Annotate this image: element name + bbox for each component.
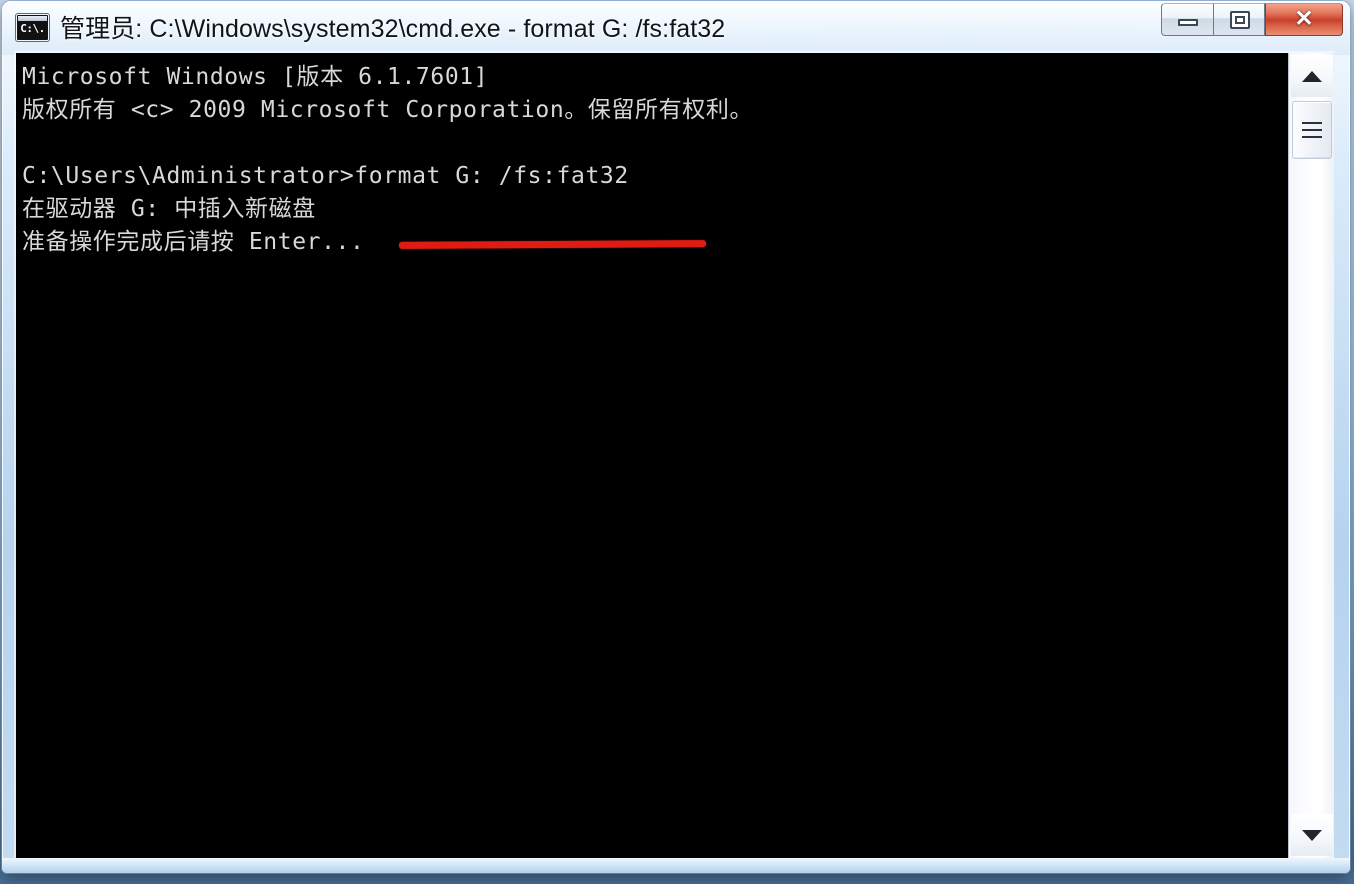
- scrollbar-grip-line: [1302, 129, 1322, 131]
- scrollbar-thumb[interactable]: [1292, 101, 1332, 159]
- close-icon: ✕: [1294, 5, 1314, 31]
- console-line: 在驱动器 G: 中插入新磁盘: [22, 196, 316, 222]
- console-client-area: Microsoft Windows [版本 6.1.7601] 版权所有 <c>…: [16, 53, 1334, 858]
- console-line: 版权所有 <c> 2009 Microsoft Corporation。保留所有…: [22, 97, 754, 123]
- scrollbar-up-button[interactable]: [1291, 55, 1333, 97]
- window-title: 管理员: C:\Windows\system32\cmd.exe - forma…: [60, 15, 726, 43]
- restore-icon: [1230, 11, 1250, 29]
- window-controls: ✕: [1161, 3, 1343, 36]
- cmd-console-icon: C:\.: [16, 13, 49, 41]
- close-button[interactable]: ✕: [1265, 3, 1343, 36]
- window-bottom-edge: [2, 858, 1350, 873]
- screenshot-root: C:\. 管理员: C:\Windows\system32\cmd.exe - …: [0, 0, 1354, 884]
- minimize-icon: [1178, 19, 1198, 26]
- console-line: Microsoft Windows [版本 6.1.7601]: [22, 64, 489, 90]
- cmd-window: C:\. 管理员: C:\Windows\system32\cmd.exe - …: [2, 1, 1350, 873]
- console-scrollbar[interactable]: [1288, 53, 1334, 858]
- scrollbar-grip-line: [1302, 136, 1322, 138]
- icon-prompt-glyph: C:\.: [20, 21, 45, 35]
- maximize-restore-button[interactable]: [1213, 3, 1265, 36]
- console-command-line: C:\Users\Administrator>format G: /fs:fat…: [22, 163, 629, 189]
- console-text-surface[interactable]: Microsoft Windows [版本 6.1.7601] 版权所有 <c>…: [16, 53, 1288, 858]
- scrollbar-down-button[interactable]: [1291, 814, 1333, 856]
- icon-titlebar-stripe: [18, 15, 47, 21]
- scrollbar-track[interactable]: [1291, 97, 1333, 814]
- minimize-button[interactable]: [1161, 3, 1213, 36]
- chevron-up-icon: [1302, 70, 1322, 82]
- scrollbar-grip-line: [1302, 122, 1322, 124]
- titlebar[interactable]: C:\. 管理员: C:\Windows\system32\cmd.exe - …: [2, 1, 1350, 53]
- chevron-down-icon: [1302, 829, 1322, 841]
